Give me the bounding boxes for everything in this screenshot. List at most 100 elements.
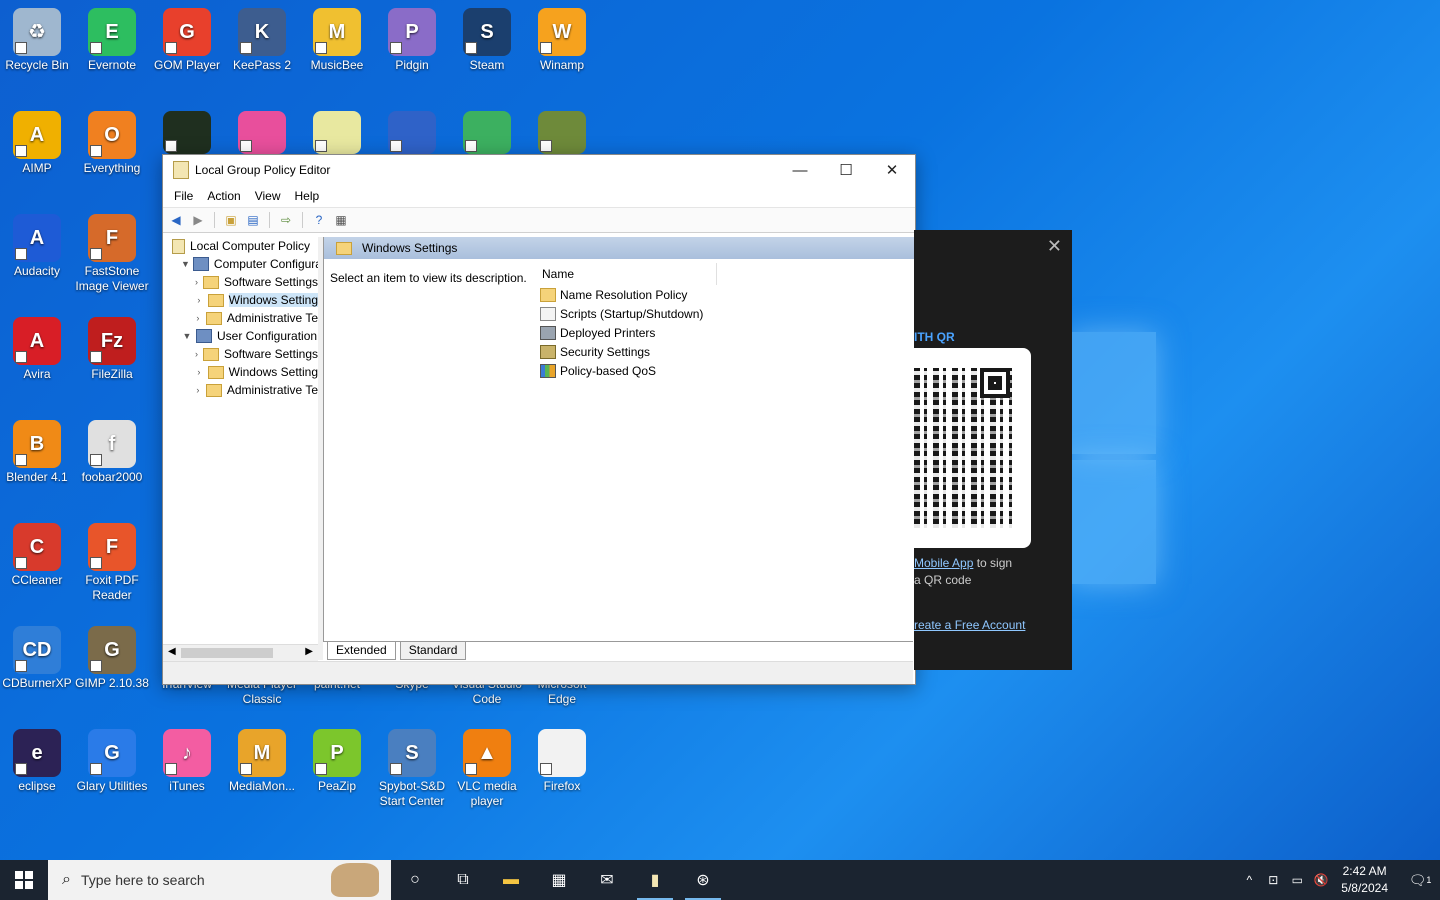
desktop-icon[interactable]: A AIMP	[0, 111, 74, 176]
desktop-icon[interactable]: K KeePass 2	[225, 8, 299, 73]
desktop-icon[interactable]: Firefox	[525, 729, 599, 794]
desktop-icon[interactable]: P Pidgin	[375, 8, 449, 73]
tree-node[interactable]: ▼ Computer Configura	[163, 255, 318, 273]
scroll-left-icon[interactable]: ◀	[168, 646, 176, 657]
desktop-icon[interactable]: O Everything	[75, 111, 149, 176]
desktop-icon-partial[interactable]	[300, 111, 374, 156]
desktop-icon-partial[interactable]	[525, 111, 599, 156]
menu-action[interactable]: Action	[200, 189, 247, 203]
create-account-link[interactable]: reate a Free Account	[914, 618, 1025, 632]
chevron-right-icon[interactable]: ›	[193, 295, 205, 305]
tree-node[interactable]: › Software Settings	[163, 273, 318, 291]
chevron-right-icon[interactable]: ›	[193, 385, 203, 395]
tree-node[interactable]: › Software Settings	[163, 345, 318, 363]
taskbar-search-box[interactable]: ⌕ Type here to search	[48, 860, 391, 900]
mail-icon[interactable]: ✉	[583, 860, 631, 900]
chevron-right-icon[interactable]: ›	[193, 367, 205, 377]
desktop-icon[interactable]: P PeaZip	[300, 729, 374, 794]
tree-node[interactable]: ▼ User Configuration	[163, 327, 318, 345]
desktop-icon[interactable]: A Audacity	[0, 214, 74, 279]
network-icon[interactable]: ▭	[1285, 873, 1309, 887]
desktop-icon-label: iTunes	[169, 779, 205, 793]
desktop-icon[interactable]: C CCleaner	[0, 523, 74, 588]
desktop-icon[interactable]: F FastStone Image Viewer	[75, 214, 149, 294]
task-view-icon[interactable]: ⧉	[439, 860, 487, 900]
desktop-icon[interactable]: M MusicBee	[300, 8, 374, 73]
list-item[interactable]: Security Settings	[540, 342, 914, 361]
list-item[interactable]: Name Resolution Policy	[540, 285, 914, 304]
desktop-icon[interactable]: S Spybot-S&D Start Center	[375, 729, 449, 809]
tree-node[interactable]: › Windows Setting	[163, 291, 318, 309]
tab-standard[interactable]: Standard	[399, 642, 467, 660]
desktop-icon[interactable]: f foobar2000	[75, 420, 149, 485]
desktop-icon[interactable]: F Foxit PDF Reader	[75, 523, 149, 603]
title-bar[interactable]: Local Group Policy Editor — ☐ ✕	[163, 155, 915, 185]
taskbar-group-policy-editor[interactable]: ▮	[631, 860, 679, 900]
file-explorer-icon[interactable]: ▬	[487, 860, 535, 900]
menu-view[interactable]: View	[248, 189, 288, 203]
desktop-icon[interactable]: G GIMP 2.10.38	[75, 626, 149, 691]
desktop-icon[interactable]: S Steam	[450, 8, 524, 73]
tree-node[interactable]: › Administrative Te	[163, 309, 318, 327]
forward-arrow-icon[interactable]: ▶	[189, 212, 207, 228]
back-arrow-icon[interactable]: ◀	[167, 212, 185, 228]
list-item[interactable]: Deployed Printers	[540, 323, 914, 342]
desktop-icon[interactable]: ♪ iTunes	[150, 729, 224, 794]
desktop-icon[interactable]: G Glary Utilities	[75, 729, 149, 794]
desktop-icon[interactable]: G GOM Player	[150, 8, 224, 73]
desktop-icon[interactable]: ♻ Recycle Bin	[0, 8, 74, 73]
chevron-right-icon[interactable]: ›	[193, 313, 203, 323]
tree-node[interactable]: Local Computer Policy	[163, 237, 318, 255]
volume-muted-icon[interactable]: 🔇	[1309, 873, 1333, 887]
list-item[interactable]: Policy-based QoS	[540, 361, 914, 380]
tab-extended[interactable]: Extended	[327, 642, 396, 660]
tree-horizontal-scrollbar[interactable]: ◀ ▶	[163, 644, 318, 661]
desktop-icon-partial[interactable]	[450, 111, 524, 156]
show-hidden-icons-icon[interactable]: ^	[1237, 873, 1261, 887]
mobile-app-link[interactable]: Mobile App	[914, 556, 973, 570]
desktop-icon[interactable]: Fz FileZilla	[75, 317, 149, 382]
export-list-icon[interactable]: ⇨	[277, 212, 295, 228]
column-header-name[interactable]: Name	[540, 263, 717, 285]
desktop-icon[interactable]: B Blender 4.1	[0, 420, 74, 485]
chevron-right-icon[interactable]: ›	[193, 277, 200, 287]
desktop-icon-partial[interactable]	[150, 111, 224, 156]
maximize-button[interactable]: ☐	[823, 155, 869, 185]
popup-close-icon[interactable]: ✕	[1047, 236, 1062, 257]
show-hide-tree-icon[interactable]: ▤	[244, 212, 262, 228]
list-item[interactable]: Scripts (Startup/Shutdown)	[540, 304, 914, 323]
properties-icon[interactable]: ▦	[332, 212, 350, 228]
desktop-icon[interactable]: W Winamp	[525, 8, 599, 73]
desktop-icon[interactable]: CD CDBurnerXP	[0, 626, 74, 691]
microsoft-store-icon[interactable]: ▦	[535, 860, 583, 900]
tree-node[interactable]: › Windows Setting	[163, 363, 318, 381]
cortana-icon[interactable]: ○	[391, 860, 439, 900]
tree-node[interactable]: › Administrative Te	[163, 381, 318, 399]
group-policy-editor-window[interactable]: Local Group Policy Editor — ☐ ✕ File Act…	[162, 154, 916, 685]
desktop-icon[interactable]: ▲ VLC media player	[450, 729, 524, 809]
start-button[interactable]	[0, 860, 48, 900]
desktop-icon-partial[interactable]	[375, 111, 449, 156]
desktop-icon[interactable]: E Evernote	[75, 8, 149, 73]
desktop-icon[interactable]: e eclipse	[0, 729, 74, 794]
desktop-icon[interactable]: M MediaMon...	[225, 729, 299, 794]
desktop-icon-partial[interactable]	[225, 111, 299, 156]
taskbar-steam-icon[interactable]: ⊛	[679, 860, 727, 900]
desktop-icon[interactable]: A Avira	[0, 317, 74, 382]
help-icon[interactable]: ?	[310, 212, 328, 228]
scroll-thumb[interactable]	[181, 648, 273, 658]
close-button[interactable]: ✕	[869, 155, 915, 185]
up-folder-icon[interactable]: ▣	[222, 212, 240, 228]
chevron-down-icon[interactable]: ▼	[181, 259, 190, 269]
chevron-right-icon[interactable]: ›	[193, 349, 200, 359]
details-header: Windows Settings	[324, 237, 914, 259]
notification-center-icon[interactable]: 🗨 1	[1400, 872, 1440, 889]
menu-help[interactable]: Help	[288, 189, 327, 203]
meeting-icon[interactable]: ⊡	[1261, 873, 1285, 887]
chevron-down-icon[interactable]: ▼	[181, 331, 193, 341]
menu-file[interactable]: File	[167, 189, 200, 203]
minimize-button[interactable]: —	[777, 155, 823, 185]
doc-icon	[540, 306, 556, 321]
clock[interactable]: 2:42 AM 5/8/2024	[1341, 863, 1388, 897]
scroll-right-icon[interactable]: ▶	[305, 646, 313, 657]
